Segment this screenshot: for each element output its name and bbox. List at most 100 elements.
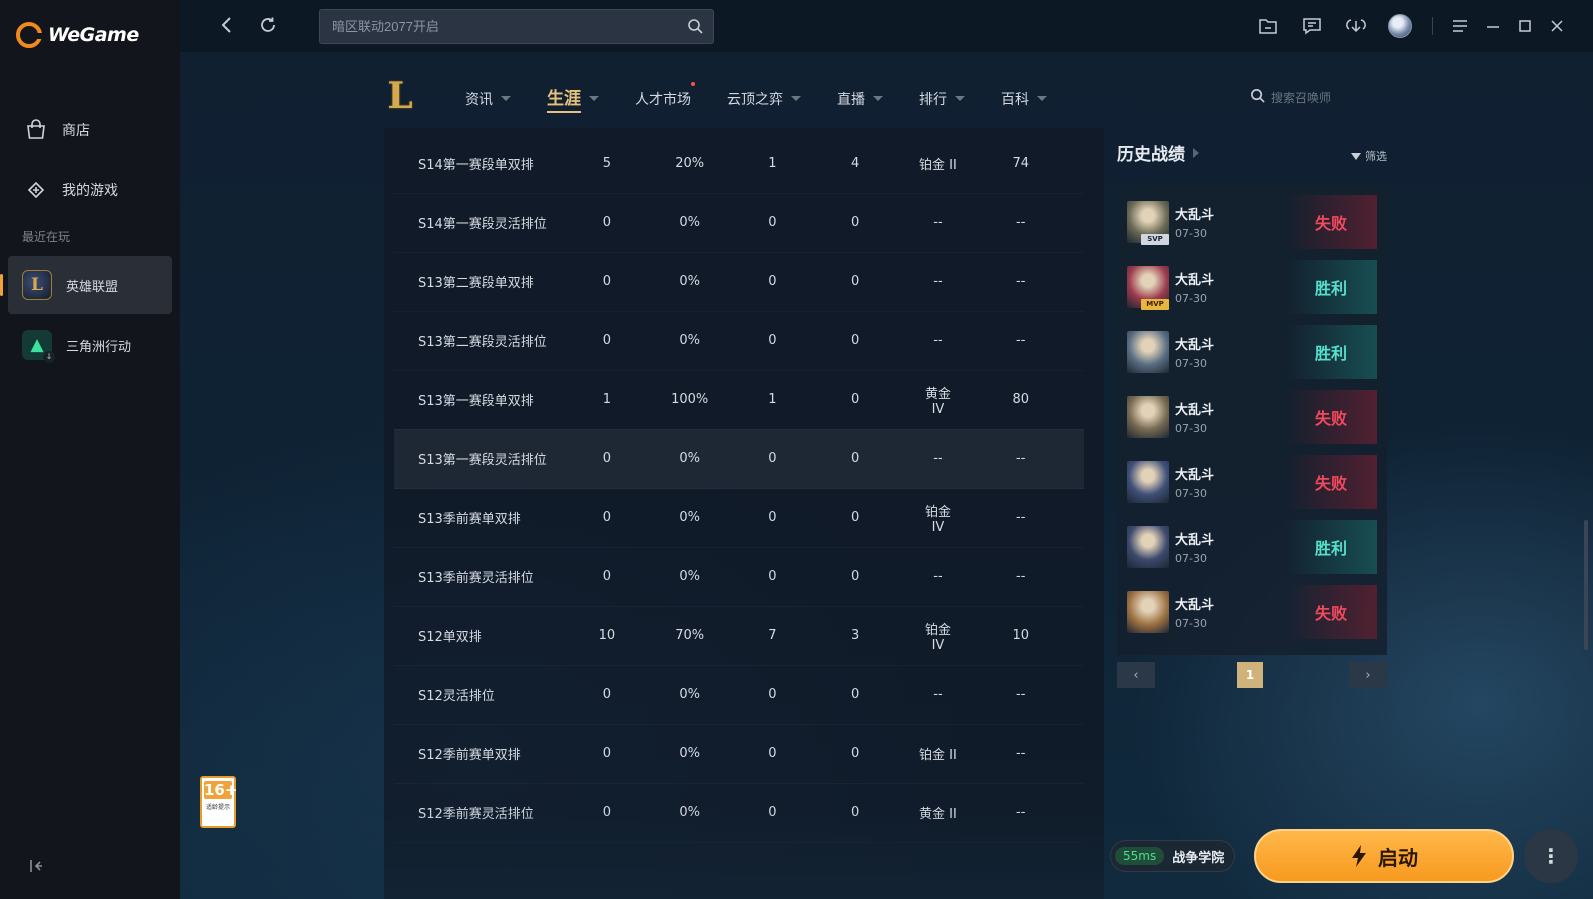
tab-career[interactable]: 生涯 xyxy=(547,84,599,113)
message-icon[interactable] xyxy=(1290,14,1334,38)
stat-cell: 0 xyxy=(602,746,612,761)
search-input[interactable] xyxy=(332,19,672,34)
topbar xyxy=(180,0,1593,52)
match-date: 07-30 xyxy=(1175,292,1207,305)
table-row[interactable]: S13第二赛段灵活排位 0 0% 0 0 -- -- xyxy=(394,311,1084,371)
match-info: 大乱斗 07-30 xyxy=(1175,464,1214,500)
sidebar-item-store[interactable]: 商店 xyxy=(0,100,180,160)
lol-logo[interactable]: L xyxy=(380,74,420,118)
wegame-logo[interactable]: WeGame xyxy=(16,22,139,48)
tab-label: 生涯 xyxy=(547,84,581,113)
stat-cell: 0 xyxy=(602,687,612,702)
champion-avatar xyxy=(1127,331,1169,373)
match-result: 失败 xyxy=(1285,195,1377,249)
table-row[interactable]: S12季前赛灵活排位 0 0% 0 0 黄金 II -- xyxy=(394,783,1084,843)
tab-live[interactable]: 直播 xyxy=(837,84,883,113)
match-item[interactable]: MVP 大乱斗 07-30 胜利 xyxy=(1127,258,1377,316)
stat-cell: 0 xyxy=(851,392,860,407)
season-name-cell: S12季前赛单双排 xyxy=(418,748,521,763)
lightning-icon xyxy=(1352,845,1366,867)
next-page-button[interactable]: › xyxy=(1349,662,1387,688)
tab-talent-market[interactable]: 人才市场 xyxy=(635,82,695,113)
stat-cell: -- xyxy=(1016,687,1026,702)
table-row[interactable]: S12灵活排位 0 0% 0 0 -- -- xyxy=(394,665,1084,725)
stat-cell: 0 xyxy=(602,274,612,289)
sidebar-game-label: 三角洲行动 xyxy=(66,339,132,355)
match-item[interactable]: 大乱斗 07-30 失败 xyxy=(1127,583,1377,641)
stat-cell: 80 xyxy=(1012,392,1029,407)
table-row[interactable]: S13第一赛段单双排 1 100% 1 0 黄金 IV 80 xyxy=(394,370,1084,430)
match-item[interactable]: 大乱斗 07-30 失败 xyxy=(1127,453,1377,511)
summoner-search[interactable] xyxy=(1250,88,1361,107)
global-search[interactable] xyxy=(319,9,714,44)
table-row[interactable]: S12季前赛单双排 0 0% 0 0 铂金 II -- xyxy=(394,724,1084,784)
tab-ranking[interactable]: 排行 xyxy=(919,84,965,113)
table-row[interactable]: S14第一赛段灵活排位 0 0% 0 0 -- -- xyxy=(394,193,1084,253)
table-row[interactable]: S12单双排 10 70% 7 3 铂金 IV 10 xyxy=(394,606,1084,666)
prev-page-button[interactable]: ‹ xyxy=(1117,662,1155,688)
table-row[interactable]: S13第一赛段灵活排位 0 0% 0 0 -- -- xyxy=(394,429,1084,489)
maximize-icon[interactable] xyxy=(1509,14,1541,38)
minimize-icon[interactable] xyxy=(1477,14,1509,38)
stat-cell: 铂金 II xyxy=(919,748,957,763)
table-row[interactable]: S13季前赛单双排 0 0% 0 0 铂金 IV -- xyxy=(394,488,1084,548)
match-result: 失败 xyxy=(1285,390,1377,444)
champion-avatar xyxy=(1127,396,1169,438)
table-row[interactable]: S14第一赛段单双排 5 20% 1 4 铂金 II 74 xyxy=(394,134,1084,194)
more-options-button[interactable]: ⋮ xyxy=(1524,829,1578,883)
chevron-down-icon xyxy=(1037,96,1047,101)
match-history-header[interactable]: 历史战绩 xyxy=(1117,140,1387,165)
search-icon[interactable] xyxy=(687,18,703,38)
match-mode: 大乱斗 xyxy=(1175,598,1215,613)
stat-cell: 0 xyxy=(768,746,777,761)
folder-icon[interactable] xyxy=(1246,14,1290,38)
launch-button[interactable]: 启动 xyxy=(1254,829,1514,883)
stat-cell: -- xyxy=(933,569,943,584)
tab-label: 排行 xyxy=(919,91,947,108)
back-icon[interactable] xyxy=(218,15,236,40)
match-item[interactable]: SVP 大乱斗 07-30 失败 xyxy=(1127,193,1377,251)
ping-indicator: 55ms xyxy=(1115,847,1165,865)
menu-icon[interactable] xyxy=(1443,14,1477,38)
stat-cell: 1 xyxy=(602,392,612,407)
sidebar-game-delta-force[interactable]: ▲ ↓ 三角洲行动 xyxy=(8,316,172,374)
stat-cell: 0 xyxy=(768,274,777,289)
match-mode: 大乱斗 xyxy=(1175,468,1215,483)
tab-label: 云顶之弈 xyxy=(727,91,783,108)
tab-wiki[interactable]: 百科 xyxy=(1001,84,1047,113)
table-row[interactable]: S13第二赛段单双排 0 0% 0 0 -- -- xyxy=(394,252,1084,312)
stat-cell: 0 xyxy=(768,510,777,525)
refresh-icon[interactable] xyxy=(258,15,278,40)
table-row[interactable]: S13季前赛灵活排位 0 0% 0 0 -- -- xyxy=(394,547,1084,607)
match-item[interactable]: 大乱斗 07-30 胜利 xyxy=(1127,323,1377,381)
match-result: 失败 xyxy=(1285,585,1377,639)
match-item[interactable]: 大乱斗 07-30 胜利 xyxy=(1127,518,1377,576)
sidebar-game-lol[interactable]: L 英雄联盟 xyxy=(0,256,172,314)
chevron-down-icon xyxy=(589,96,599,101)
tab-news[interactable]: 资讯 xyxy=(465,84,511,113)
summoner-search-input[interactable] xyxy=(1271,90,1361,105)
collapse-sidebar-icon[interactable] xyxy=(28,858,46,876)
sidebar-nav: 商店 我的游戏 最近在玩 L 英雄联盟 ▲ ↓ 三角洲行动 xyxy=(0,100,180,376)
tab-tft[interactable]: 云顶之弈 xyxy=(727,84,801,113)
stat-cell: 0 xyxy=(851,215,860,230)
stat-cell: 0% xyxy=(679,805,700,820)
stat-cell: 3 xyxy=(851,628,860,643)
stat-cell: 0 xyxy=(851,333,860,348)
filter-button[interactable]: 筛选 xyxy=(1351,148,1387,164)
stat-cell: 0 xyxy=(768,687,777,702)
download-icon[interactable] xyxy=(1334,14,1378,38)
match-history: 历史战绩 筛选 SVP 大乱斗 07-30 失败 MVP 大乱斗 07-30 胜利 大乱斗 07-… xyxy=(1117,140,1387,688)
stat-cell: 0 xyxy=(851,569,860,584)
user-avatar[interactable] xyxy=(1378,14,1422,38)
scrollbar[interactable] xyxy=(1584,520,1588,650)
mvp-badge: MVP xyxy=(1141,299,1169,310)
server-selector[interactable]: 55ms 战争学院 xyxy=(1110,840,1236,872)
age-rating-badge[interactable]: 16+ 适龄提示 xyxy=(200,776,237,828)
stat-cell: 黄金 II xyxy=(919,807,957,822)
sidebar-item-my-games[interactable]: 我的游戏 xyxy=(0,160,180,220)
stat-cell: -- xyxy=(1016,746,1026,761)
match-item[interactable]: 大乱斗 07-30 失败 xyxy=(1127,388,1377,446)
page-number-button[interactable]: 1 xyxy=(1237,662,1263,688)
close-icon[interactable] xyxy=(1541,14,1573,38)
